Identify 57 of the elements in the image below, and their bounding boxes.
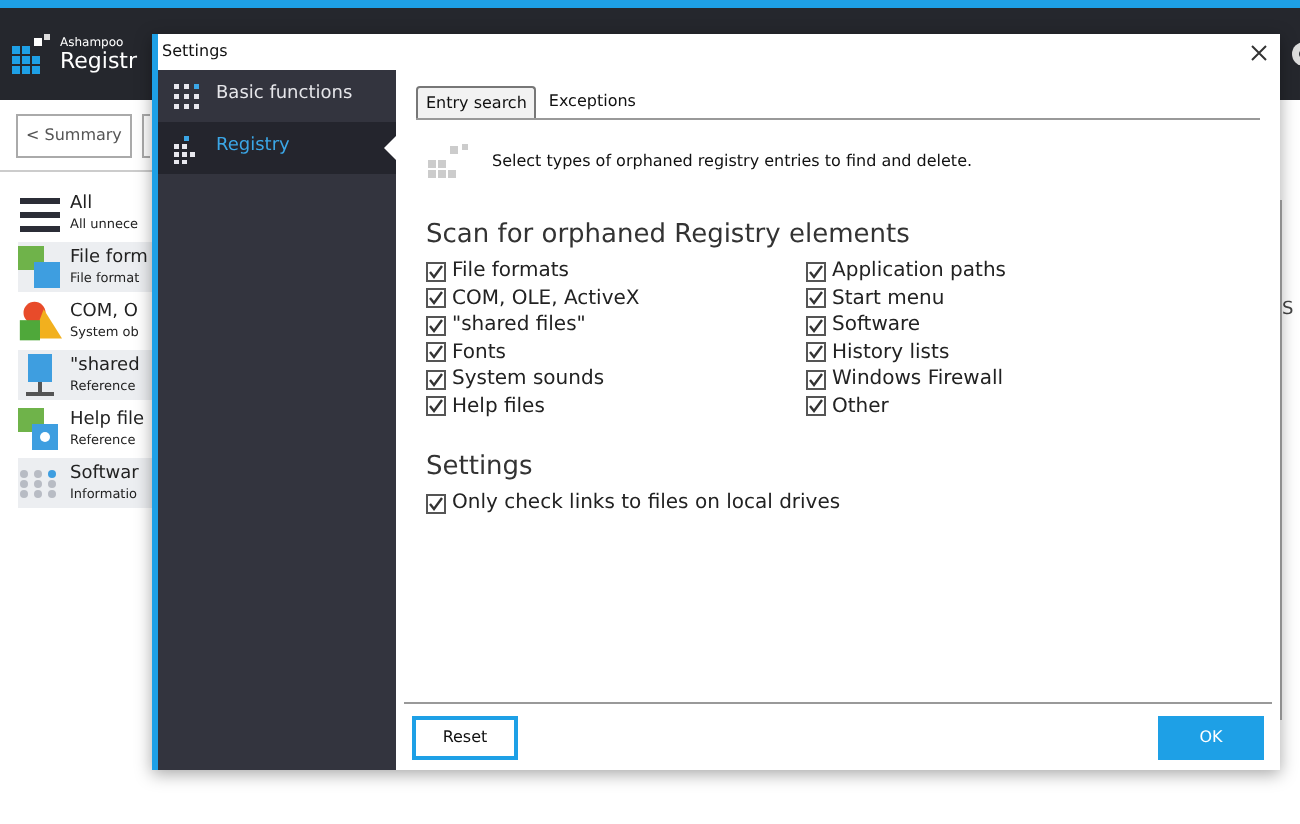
- sidebar-item[interactable]: Registry: [158, 122, 396, 174]
- checkbox[interactable]: [426, 261, 446, 282]
- truncated-text: S: [1282, 300, 1294, 320]
- checkbox-option[interactable]: Only check links to files on local drives: [426, 490, 1260, 517]
- dialog-title: Settings: [162, 40, 228, 64]
- checkbox[interactable]: [806, 369, 826, 390]
- category-title: COM, O: [70, 301, 139, 321]
- checkbox[interactable]: [426, 315, 446, 336]
- section-heading: Scan for orphaned Registry elements: [426, 220, 912, 252]
- checkbox-option[interactable]: Application paths: [806, 258, 1006, 285]
- checkbox-option[interactable]: Start menu: [806, 285, 1006, 312]
- checkbox-option[interactable]: Other: [806, 393, 1006, 420]
- app-logo-icon: [12, 34, 52, 74]
- category-title: File form: [70, 247, 148, 267]
- category-title: "shared: [70, 355, 140, 375]
- documents-icon: [18, 245, 62, 289]
- monitor-icon: [20, 353, 60, 397]
- dots-icon: [18, 467, 62, 499]
- checkbox[interactable]: [806, 396, 826, 417]
- tab[interactable]: Exceptions: [540, 86, 644, 118]
- dots-icon: [172, 133, 200, 163]
- checkbox[interactable]: [806, 288, 826, 309]
- checkbox[interactable]: [426, 288, 446, 309]
- app-title: Registr: [60, 49, 138, 71]
- checkbox-option[interactable]: Software: [806, 312, 1006, 339]
- summary-button[interactable]: < Summary: [16, 113, 132, 157]
- section-heading: Settings: [426, 450, 535, 484]
- sidebar-item[interactable]: Basic functions: [158, 70, 396, 122]
- checkbox[interactable]: [806, 315, 826, 336]
- close-icon[interactable]: [1250, 43, 1268, 61]
- category-title: Help file: [70, 409, 145, 429]
- checkbox[interactable]: [426, 369, 446, 390]
- help-icon: [18, 407, 62, 451]
- reset-button[interactable]: Reset: [412, 715, 518, 759]
- checkbox[interactable]: [426, 493, 446, 514]
- toolbar-button[interactable]: [141, 113, 150, 157]
- checkbox-option[interactable]: Windows Firewall: [806, 366, 1006, 393]
- registry-icon: [428, 140, 472, 184]
- checkbox-option[interactable]: File formats: [426, 258, 806, 285]
- checkbox-option[interactable]: COM, OLE, ActiveX: [426, 285, 806, 312]
- checkbox-option[interactable]: Fonts: [426, 339, 806, 366]
- pointer-icon: [384, 136, 396, 160]
- tab[interactable]: Entry search: [416, 86, 537, 118]
- category-title: All: [70, 193, 95, 213]
- menu-icon: [20, 195, 60, 231]
- checkbox-option[interactable]: "shared files": [426, 312, 806, 339]
- category-title: Softwar: [70, 463, 139, 483]
- checkbox-option[interactable]: System sounds: [426, 366, 806, 393]
- checkbox-option[interactable]: History lists: [806, 339, 1006, 366]
- intro-text: Select types of orphaned registry entries to find and delete.: [492, 150, 973, 174]
- shapes-icon: [18, 299, 62, 343]
- checkbox-option[interactable]: Help files: [426, 393, 806, 420]
- checkbox[interactable]: [426, 396, 446, 417]
- dots-icon: [172, 81, 200, 111]
- checkbox[interactable]: [806, 261, 826, 282]
- checkbox[interactable]: [806, 342, 826, 363]
- checkbox[interactable]: [426, 342, 446, 363]
